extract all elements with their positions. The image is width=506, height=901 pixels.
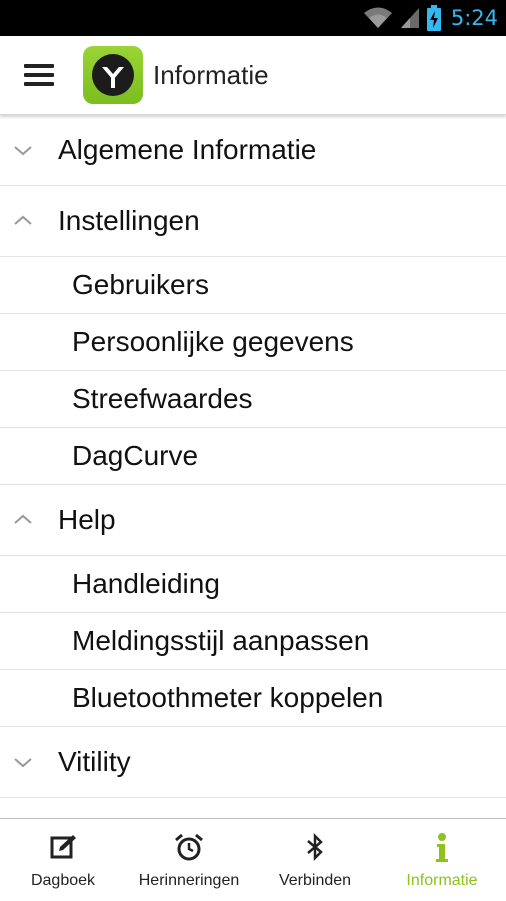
app-bar: Informatie	[0, 36, 506, 115]
list-item-persoonlijke-gegevens[interactable]: Persoonlijke gegevens	[0, 314, 506, 371]
item-label: Gebruikers	[72, 269, 209, 300]
group-help[interactable]: Help	[0, 485, 506, 556]
vitility-logo-icon	[83, 46, 143, 104]
tab-dagboek[interactable]: Dagboek	[0, 819, 126, 901]
list-item-gebruikers[interactable]: Gebruikers	[0, 257, 506, 314]
signal-icon	[400, 8, 419, 28]
item-label: Bluetoothmeter koppelen	[72, 682, 384, 713]
chevron-down-icon	[14, 758, 32, 768]
group-vitility[interactable]: Vitility	[0, 727, 506, 798]
list-item-dagcurve[interactable]: DagCurve	[0, 428, 506, 485]
group-label: Instellingen	[58, 205, 200, 236]
tab-label: Dagboek	[30, 872, 96, 889]
chevron-up-icon	[14, 215, 32, 225]
group-label: Vitility	[58, 746, 131, 777]
clock-time: 5:24	[450, 6, 498, 30]
list-item-bluetoothmeter[interactable]: Bluetoothmeter koppelen	[0, 670, 506, 727]
item-label: DagCurve	[72, 440, 199, 471]
list-item-meldingsstijl[interactable]: Meldingsstijl aanpassen	[0, 613, 506, 670]
bluetooth-icon	[307, 833, 323, 861]
edit-icon	[50, 835, 76, 859]
list-item-streefwaardes[interactable]: Streefwaardes	[0, 371, 506, 428]
tab-label: Herinneringen	[138, 872, 240, 889]
tab-verbinden[interactable]: Verbinden	[252, 819, 378, 901]
alarm-clock-icon	[175, 833, 203, 861]
wifi-icon	[363, 7, 392, 28]
hamburger-menu-icon[interactable]	[14, 58, 54, 92]
tab-label: Informatie	[406, 872, 478, 889]
chevron-down-icon	[14, 146, 32, 156]
group-instellingen[interactable]: Instellingen	[0, 186, 506, 257]
item-label: Handleiding	[72, 568, 220, 599]
tab-label: Verbinden	[278, 872, 352, 889]
group-algemene-informatie[interactable]: Algemene Informatie	[0, 115, 506, 186]
item-label: Meldingsstijl aanpassen	[72, 625, 370, 656]
tab-herinneringen[interactable]: Herinneringen	[126, 819, 252, 901]
group-label: Help	[58, 504, 116, 535]
group-label: Algemene Informatie	[58, 134, 317, 165]
info-list: Algemene Informatie Instellingen Gebruik…	[0, 115, 506, 798]
bottom-navigation: Dagboek Herinneringen Verbinden Informat…	[0, 818, 506, 901]
item-label: Persoonlijke gegevens	[72, 326, 354, 357]
battery-charging-icon	[426, 5, 441, 31]
status-bar: 5:24	[0, 0, 506, 36]
page-title: Informatie	[153, 60, 269, 90]
info-icon	[436, 833, 448, 862]
tab-informatie[interactable]: Informatie	[378, 819, 506, 901]
chevron-up-icon	[14, 514, 32, 524]
item-label: Streefwaardes	[72, 383, 253, 414]
list-item-handleiding[interactable]: Handleiding	[0, 556, 506, 613]
